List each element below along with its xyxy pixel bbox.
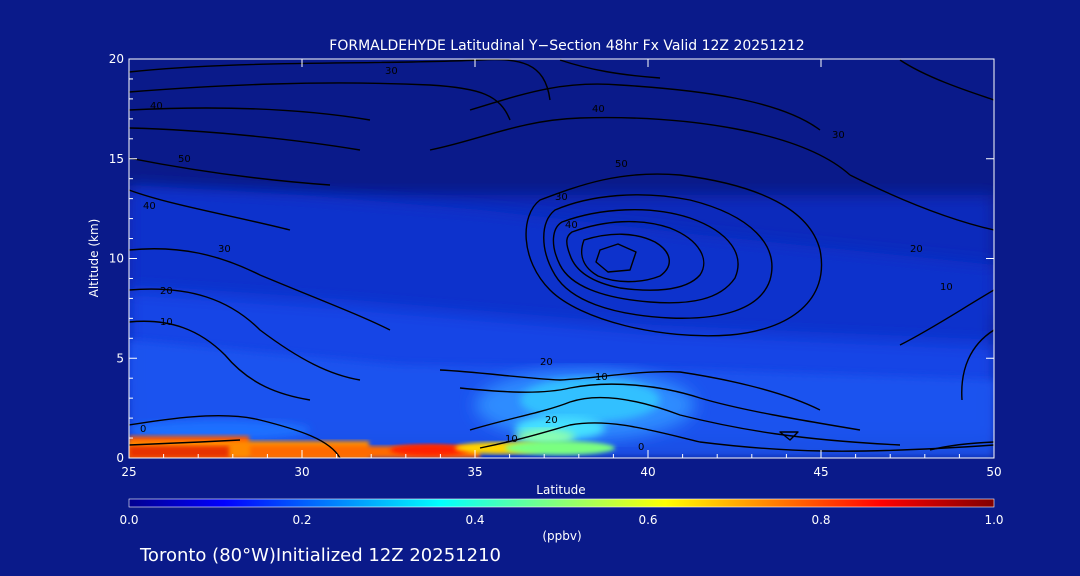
colorbar-tick-label: 0.2 bbox=[292, 513, 311, 527]
contour-label: 10 bbox=[160, 317, 173, 328]
colorbar-tick-label: 0.6 bbox=[638, 513, 657, 527]
contour-label: 20 bbox=[910, 244, 923, 255]
chart-title: FORMALDEHYDE Latitudinal Y−Section 48hr … bbox=[329, 38, 804, 54]
colorbar-tick-label: 1.0 bbox=[984, 513, 1003, 527]
contour-label: 20 bbox=[540, 357, 553, 368]
contour-label: 30 bbox=[832, 130, 845, 141]
contour-label: 40 bbox=[592, 104, 605, 115]
x-tick-label: 45 bbox=[813, 465, 828, 479]
contour-label: 0 bbox=[638, 442, 644, 453]
colorbar-tick-label: 0.4 bbox=[465, 513, 484, 527]
contour-label: 10 bbox=[505, 434, 518, 445]
x-tick-label: 50 bbox=[986, 465, 1001, 479]
contour-label: 50 bbox=[615, 159, 628, 170]
colorbar bbox=[128, 498, 995, 508]
y-axis-label: Altitude (km) bbox=[87, 219, 101, 298]
contour-label: 0 bbox=[140, 424, 146, 435]
contour-label: 40 bbox=[565, 220, 578, 231]
y-tick-label: 0 bbox=[116, 451, 124, 465]
footer-caption: Toronto (80°W)Initialized 12Z 20251210 bbox=[139, 545, 501, 566]
x-tick-label: 40 bbox=[640, 465, 655, 479]
y-tick-label: 10 bbox=[109, 252, 124, 266]
y-tick-label: 5 bbox=[116, 351, 124, 365]
y-tick-label: 15 bbox=[109, 152, 124, 166]
chart: FORMALDEHYDE Latitudinal Y−Section 48hr … bbox=[87, 38, 1004, 566]
colorbar-ticks: 0.0 0.2 0.4 0.6 0.8 1.0 bbox=[119, 513, 1003, 527]
colorbar-tick-label: 0.8 bbox=[811, 513, 830, 527]
contour-label: 40 bbox=[143, 201, 156, 212]
contour-label: 20 bbox=[160, 286, 173, 297]
contour-label: 30 bbox=[385, 66, 398, 77]
colorbar-tick-label: 0.0 bbox=[119, 513, 138, 527]
contour-label: 20 bbox=[545, 415, 558, 426]
contour-label: 50 bbox=[178, 154, 191, 165]
x-tick-label: 30 bbox=[294, 465, 309, 479]
y-tick-label: 20 bbox=[109, 52, 124, 66]
x-tick-label: 35 bbox=[467, 465, 482, 479]
x-axis-label: Latitude bbox=[536, 483, 585, 497]
contour-label: 10 bbox=[940, 282, 953, 293]
colorbar-label: (ppbv) bbox=[542, 529, 581, 543]
x-tick-label: 25 bbox=[121, 465, 136, 479]
contour-label: 10 bbox=[595, 372, 608, 383]
contour-label: 30 bbox=[555, 192, 568, 203]
contour-label: 40 bbox=[150, 101, 163, 112]
contour-label: 30 bbox=[218, 244, 231, 255]
